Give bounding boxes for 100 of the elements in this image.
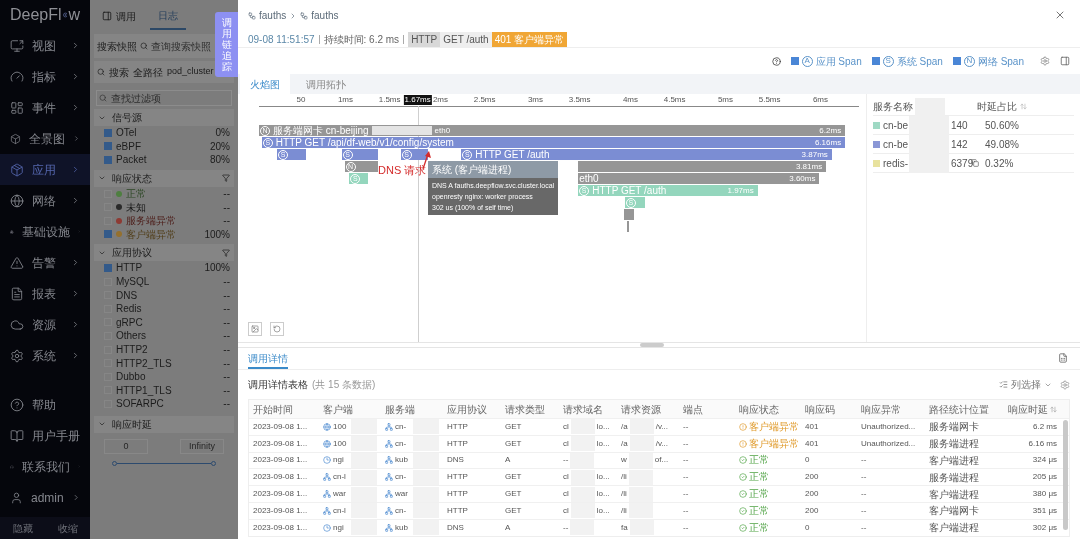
breadcrumb-item[interactable]: fauths <box>259 8 287 23</box>
help-icon[interactable] <box>771 56 781 66</box>
snapshot-field[interactable]: 查询搜索快照 <box>151 38 212 54</box>
sidebar-item[interactable]: 联系我们 <box>0 451 90 482</box>
column-picker[interactable]: 列选择 <box>999 377 1052 392</box>
checkbox[interactable] <box>104 263 112 272</box>
sidebar-item[interactable]: 告警 <box>0 247 90 278</box>
sidebar-item[interactable]: 全景图 <box>0 123 90 154</box>
filter-icon[interactable] <box>222 248 230 257</box>
table-cell: lo... <box>596 420 610 433</box>
min-field[interactable]: 0 <box>104 438 148 454</box>
checkbox[interactable] <box>871 57 880 65</box>
span-label: HTTP GET /auth <box>592 185 667 196</box>
footer-link[interactable]: 隐藏 <box>12 520 33 536</box>
sidebar-item[interactable]: 网络 <box>0 185 90 216</box>
table-cell: 100 <box>333 437 347 450</box>
panel-tab[interactable]: 调用详情 <box>248 349 288 369</box>
table-cell-text: 380 μs <box>1031 488 1058 501</box>
status-label: 正常 <box>749 522 769 533</box>
settings-icon[interactable] <box>1040 56 1050 66</box>
reset-button[interactable] <box>270 322 284 336</box>
filter-icon[interactable] <box>222 174 230 183</box>
settings-icon <box>10 348 24 363</box>
latency-share: 50.60% <box>985 118 1019 133</box>
filter-value: 80% <box>210 153 230 168</box>
status-label: 客户端异常 <box>749 421 799 432</box>
checkbox[interactable] <box>952 57 961 65</box>
panel-icon[interactable] <box>1060 56 1070 66</box>
network-icon <box>385 506 393 515</box>
filter-value: -- <box>223 356 230 371</box>
span-bar[interactable] <box>626 221 630 232</box>
sidebar-item[interactable]: 基础设施 <box>0 216 90 247</box>
filter-label: 网络 Span <box>977 54 1024 69</box>
axis-label: 5.5ms <box>758 95 782 105</box>
table-cell-text: 324 μs <box>1031 454 1058 467</box>
table-cell-text: -- <box>860 504 868 517</box>
row-count: (共 15 条数据) <box>312 378 376 392</box>
footer-link[interactable]: 收缩 <box>57 520 78 536</box>
export-icon[interactable] <box>1058 353 1068 363</box>
breadcrumb-item[interactable]: fauths <box>311 8 339 23</box>
sidebar-item[interactable]: 应用 <box>0 154 90 185</box>
table-cell: lo... <box>596 504 610 517</box>
copy-icon[interactable] <box>971 159 979 167</box>
checkbox[interactable] <box>104 142 112 151</box>
sidebar-item[interactable]: 报表 <box>0 278 90 309</box>
screenshot-button[interactable] <box>248 322 262 336</box>
sidebar-item[interactable]: 视图 <box>0 30 90 61</box>
status-label: 正常 <box>749 455 769 466</box>
table-cell-text: 401 <box>804 437 820 450</box>
globe-icon <box>323 422 331 431</box>
span-bar[interactable] <box>623 209 635 220</box>
table-cell-text: 200 <box>804 504 820 517</box>
span-duration: 3.81ms <box>795 162 824 171</box>
table-cell-text: HTTP <box>446 437 469 450</box>
table-cell-text: 2023-09-08 1... <box>252 437 309 450</box>
checkbox[interactable] <box>790 57 799 65</box>
filter-tag[interactable]: pod_cluster <box>167 65 214 79</box>
resize-handle[interactable] <box>640 343 664 347</box>
panel-tab[interactable]: 调用 <box>94 2 144 30</box>
column-header: 应用协议 <box>446 402 488 417</box>
service-port: 140 <box>951 118 969 133</box>
panel-tab[interactable]: 日志 <box>150 2 186 30</box>
sidebar-item[interactable]: 资源 <box>0 309 90 340</box>
network-icon <box>385 456 393 465</box>
sidebar-item[interactable]: 用户手册 <box>0 420 90 451</box>
cloud-icon <box>10 317 24 332</box>
column-header[interactable]: 时延占比 <box>977 99 1017 114</box>
filter-label: eBPF <box>116 139 142 154</box>
range-slider[interactable] <box>112 460 216 466</box>
search-button[interactable]: 搜索 <box>109 64 129 80</box>
sidebar-item[interactable]: 系统 <box>0 340 90 371</box>
checkbox[interactable] <box>104 128 112 137</box>
search-icon <box>140 42 148 50</box>
reset-icon <box>273 325 281 333</box>
book-icon <box>10 428 24 443</box>
table-cell: ngi <box>333 454 344 467</box>
settings-icon[interactable] <box>1060 379 1070 390</box>
close-icon[interactable] <box>1054 9 1066 21</box>
side-tab[interactable]: 调用链追踪 <box>215 12 238 77</box>
filter-value: -- <box>223 329 230 344</box>
filter-field[interactable]: 查找过滤项 <box>96 90 232 106</box>
table-cell-text: -- <box>682 504 690 517</box>
sidebar-item[interactable]: 帮助 <box>0 389 90 420</box>
sidebar-item[interactable]: admin <box>0 482 90 513</box>
checkbox[interactable] <box>104 230 112 239</box>
filter-tag[interactable]: 全路径 <box>133 64 163 80</box>
sidebar-item[interactable]: 指标 <box>0 61 90 92</box>
span-bar[interactable]: eth0 3.60ms <box>578 173 820 184</box>
check-circle-icon <box>739 523 747 532</box>
latency-share: 0.32% <box>985 156 1014 171</box>
view-tab[interactable]: 调用拓扑 <box>296 74 356 94</box>
max-field[interactable]: Infinity <box>180 438 224 454</box>
view-tab[interactable]: 火焰图 <box>240 74 290 94</box>
table-title: 调用详情表格 <box>248 378 308 392</box>
table-cell-text: 6.16 ms <box>1027 437 1058 450</box>
sidebar-item[interactable]: 事件 <box>0 92 90 123</box>
column-header[interactable]: 响应时延 <box>1008 401 1048 417</box>
span-bar[interactable]: 3.81ms <box>578 161 827 172</box>
filter-label: HTTP <box>116 261 144 276</box>
checkbox[interactable] <box>104 156 112 164</box>
